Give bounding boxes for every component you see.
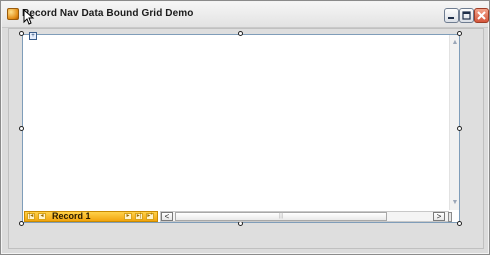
scroll-up-icon[interactable]: ▲ [451, 39, 459, 47]
selection-handle[interactable] [238, 31, 243, 36]
scroll-thumb[interactable]: ||| [175, 212, 387, 221]
selection-handle[interactable] [457, 221, 462, 226]
scroll-down-icon[interactable]: ▼ [451, 199, 459, 207]
app-icon[interactable] [7, 8, 19, 20]
smart-tag-icon[interactable]: + [29, 32, 37, 40]
horizontal-scrollbar[interactable]: < ||| > [160, 211, 449, 222]
vertical-scrollbar[interactable]: ▲ ▼ [449, 35, 459, 210]
first-record-icon[interactable]: |◂ [27, 213, 35, 220]
maximize-icon [462, 11, 471, 20]
maximize-button[interactable] [459, 8, 474, 23]
minimize-button[interactable] [444, 8, 459, 23]
selection-handle[interactable] [19, 126, 24, 131]
data-grid[interactable] [22, 34, 460, 223]
window-title: Record Nav Data Bound Grid Demo [22, 8, 194, 19]
next-record-icon[interactable]: ▸ [124, 213, 132, 220]
minimize-icon [448, 17, 454, 19]
close-button[interactable] [474, 8, 489, 23]
selection-handle[interactable] [457, 31, 462, 36]
record-navigator: |◂ ◂ Record 1 ▸ ▸| ▸* [24, 211, 158, 222]
scroll-left-icon[interactable]: < [161, 212, 173, 221]
close-icon [477, 11, 486, 20]
last-record-icon[interactable]: ▸| [135, 213, 143, 220]
scroll-right-icon[interactable]: > [433, 212, 445, 221]
column-splitter[interactable] [448, 212, 452, 222]
record-label: Record 1 [52, 211, 91, 221]
selection-handle[interactable] [19, 31, 24, 36]
new-record-icon[interactable]: ▸* [146, 213, 154, 220]
previous-record-icon[interactable]: ◂ [38, 213, 46, 220]
mouse-cursor-icon [23, 9, 35, 25]
title-bar[interactable]: Record Nav Data Bound Grid Demo [2, 2, 489, 28]
selection-handle[interactable] [457, 126, 462, 131]
